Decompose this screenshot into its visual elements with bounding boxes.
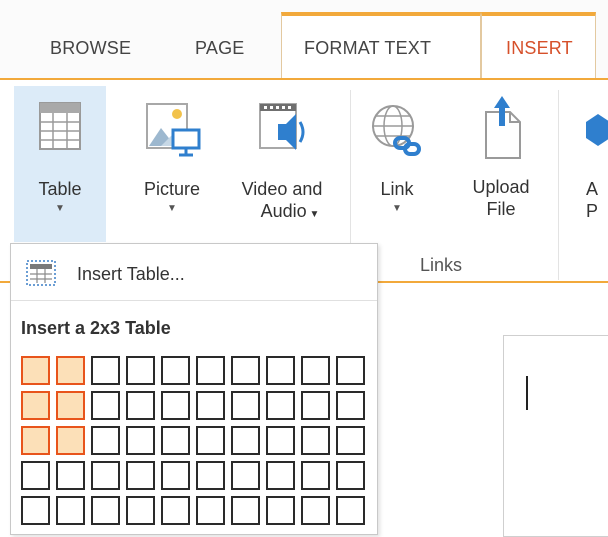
video-audio-label-text: Audio: [260, 201, 307, 221]
tab-page[interactable]: PAGE: [195, 38, 244, 59]
table-size-grid: [21, 356, 373, 536]
insert-table-label: Insert Table...: [77, 264, 185, 284]
upload-label-line1: Upload: [472, 177, 530, 197]
table-grid-cell[interactable]: [196, 461, 225, 490]
table-grid-cell[interactable]: [161, 496, 190, 525]
app-part-icon: [586, 114, 608, 146]
table-grid-cell[interactable]: [21, 496, 50, 525]
insert-table-dropdown: Insert Table... Insert a 2x3 Table: [10, 243, 378, 535]
table-grid-cell[interactable]: [91, 356, 120, 385]
picture-icon: [146, 103, 201, 157]
table-grid-cell[interactable]: [231, 391, 260, 420]
table-grid-cell[interactable]: [301, 391, 330, 420]
table-grid-cell[interactable]: [161, 356, 190, 385]
table-grid-cell[interactable]: [56, 461, 85, 490]
table-grid-cell[interactable]: [336, 391, 365, 420]
table-grid-cell[interactable]: [336, 461, 365, 490]
upload-label-line2: File: [486, 199, 516, 219]
video-audio-label-line2: Audio ▼: [238, 200, 342, 226]
insert-table-icon: [26, 260, 56, 286]
table-button[interactable]: Table ▼: [14, 100, 106, 216]
table-icon: [39, 102, 81, 150]
app-part-label-line2: P: [586, 201, 599, 221]
table-grid-cell[interactable]: [21, 391, 50, 420]
table-dropdown-caret: ▼: [55, 203, 65, 214]
table-grid-cell[interactable]: [196, 356, 225, 385]
table-grid-cell[interactable]: [336, 496, 365, 525]
table-grid-cell[interactable]: [231, 496, 260, 525]
link-button-label: Link: [380, 179, 414, 199]
insert-table-menu-item[interactable]: Insert Table...: [11, 256, 377, 292]
table-grid-cell[interactable]: [56, 391, 85, 420]
group-separator: [558, 90, 559, 280]
picture-dropdown-caret: ▼: [167, 203, 177, 214]
table-grid-cell[interactable]: [91, 426, 120, 455]
table-grid-cell[interactable]: [196, 426, 225, 455]
table-grid-cell[interactable]: [126, 356, 155, 385]
dropdown-divider: [11, 300, 377, 301]
table-grid-cell[interactable]: [336, 426, 365, 455]
table-grid-cell[interactable]: [56, 426, 85, 455]
links-group-label: Links: [420, 255, 463, 275]
video-audio-label-line1: Video and: [241, 179, 323, 199]
table-grid-cell[interactable]: [56, 356, 85, 385]
table-grid-cell[interactable]: [231, 461, 260, 490]
content-editor[interactable]: [503, 335, 608, 537]
table-grid-cell[interactable]: [196, 391, 225, 420]
link-dropdown-caret: ▼: [392, 203, 402, 214]
table-grid-cell[interactable]: [161, 461, 190, 490]
text-cursor: [526, 376, 528, 410]
app-part-label-line1: A: [586, 179, 599, 199]
table-grid-cell[interactable]: [126, 461, 155, 490]
video-audio-caret: ▼: [306, 209, 320, 220]
tab-browse[interactable]: BROWSE: [50, 38, 131, 59]
table-grid-cell[interactable]: [336, 356, 365, 385]
table-grid-cell[interactable]: [91, 391, 120, 420]
table-grid-cell[interactable]: [301, 496, 330, 525]
table-grid-cell[interactable]: [196, 496, 225, 525]
table-grid-cell[interactable]: [126, 391, 155, 420]
table-grid-title: Insert a 2x3 Table: [21, 318, 171, 338]
upload-file-icon: [485, 96, 521, 159]
tab-format-text[interactable]: FORMAT TEXT: [304, 38, 431, 59]
table-grid-cell[interactable]: [126, 426, 155, 455]
table-grid-cell[interactable]: [301, 461, 330, 490]
video-and-audio-button[interactable]: Video and Audio ▼: [222, 100, 342, 226]
table-button-label: Table: [38, 179, 82, 199]
table-grid-cell[interactable]: [161, 426, 190, 455]
video-audio-icon: [259, 103, 305, 150]
table-grid-cell[interactable]: [231, 356, 260, 385]
app-part-button[interactable]: A P: [576, 100, 608, 222]
upload-file-button[interactable]: Upload File: [456, 94, 546, 220]
table-grid-cell[interactable]: [266, 356, 295, 385]
table-grid-cell[interactable]: [266, 391, 295, 420]
table-grid-cell[interactable]: [266, 496, 295, 525]
table-grid-cell[interactable]: [161, 391, 190, 420]
picture-button[interactable]: Picture ▼: [134, 100, 210, 216]
ribbon-tab-bar: BROWSE PAGE FORMAT TEXT INSERT: [0, 0, 608, 80]
table-grid-cell[interactable]: [266, 426, 295, 455]
table-grid-cell[interactable]: [301, 426, 330, 455]
table-grid-cell[interactable]: [56, 496, 85, 525]
link-icon: [372, 105, 421, 156]
table-grid-cell[interactable]: [21, 461, 50, 490]
tab-insert[interactable]: INSERT: [506, 38, 573, 59]
link-button[interactable]: Link ▼: [362, 100, 432, 216]
table-grid-cell[interactable]: [266, 461, 295, 490]
table-grid-cell[interactable]: [91, 461, 120, 490]
table-grid-cell[interactable]: [126, 496, 155, 525]
table-grid-cell[interactable]: [91, 496, 120, 525]
table-grid-cell[interactable]: [21, 356, 50, 385]
table-grid-cell[interactable]: [21, 426, 50, 455]
table-grid-cell[interactable]: [231, 426, 260, 455]
picture-button-label: Picture: [143, 179, 201, 199]
table-grid-cell[interactable]: [301, 356, 330, 385]
